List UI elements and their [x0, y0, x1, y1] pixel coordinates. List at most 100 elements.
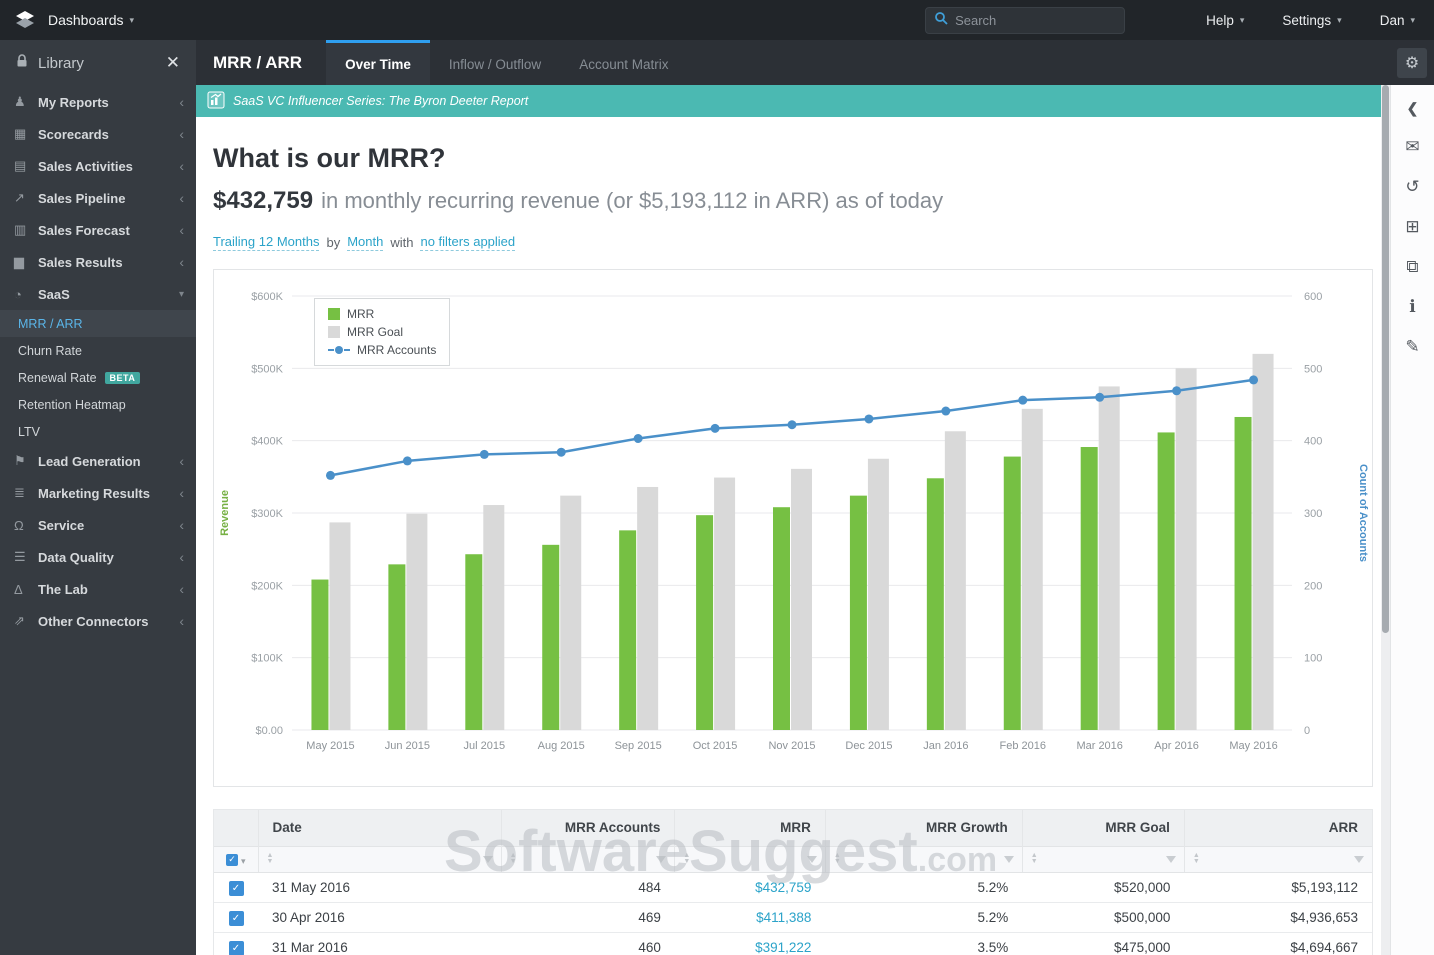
svg-text:Mar 2016: Mar 2016 — [1076, 740, 1122, 752]
info-icon[interactable]: ℹ — [1409, 298, 1415, 315]
mrr-cell[interactable]: $432,759 — [674, 872, 826, 903]
vertical-scrollbar[interactable] — [1381, 85, 1390, 955]
mrr-cell[interactable]: $411,388 — [674, 902, 826, 933]
sidebar-item-churn-rate[interactable]: Churn Rate — [0, 337, 196, 364]
promo-banner[interactable]: SaaS VC Influencer Series: The Byron Dee… — [196, 85, 1390, 117]
email-icon[interactable]: ✉ — [1405, 138, 1419, 155]
growth-cell: 3.5% — [825, 932, 1023, 955]
forecast-icon: ▥ — [14, 222, 27, 237]
sidebar-item-lead-generation[interactable]: ⚑ Lead Generation ‹ — [0, 445, 196, 477]
tab-over-time[interactable]: Over Time — [326, 40, 430, 85]
column-header-mrr[interactable]: MRR — [674, 810, 826, 846]
row-checkbox[interactable]: ✓ — [228, 880, 244, 896]
svg-text:$300K: $300K — [251, 508, 283, 520]
filter-bar: Trailing 12 Months by Month with no filt… — [213, 234, 1373, 251]
chevron-left-icon: ‹ — [179, 222, 184, 238]
library-title: Library — [38, 54, 84, 72]
app-logo-icon[interactable] — [0, 9, 48, 31]
sidebar-item-label: Data Quality — [38, 549, 114, 565]
column-header-mrr-accounts[interactable]: MRR Accounts — [500, 810, 675, 846]
settings-menu[interactable]: Settings ▾ — [1263, 13, 1360, 28]
banner-text: SaaS VC Influencer Series: The Byron Dee… — [233, 94, 529, 108]
sidebar-item-sales-activities[interactable]: ▤ Sales Activities ‹ — [0, 150, 196, 182]
chevron-left-icon: ‹ — [179, 190, 184, 206]
svg-text:$0.00: $0.00 — [255, 725, 283, 737]
select-all-caret-icon[interactable]: ▾ — [241, 856, 246, 866]
sidebar-item-retention-heatmap[interactable]: Retention Heatmap — [0, 391, 196, 418]
tab-account-matrix[interactable]: Account Matrix — [560, 40, 687, 85]
reports-icon: ♟ — [14, 94, 26, 109]
chevron-left-icon: ‹ — [179, 158, 184, 174]
sidebar-item-label: Retention Heatmap — [18, 397, 126, 412]
goal-cell: $475,000 — [1022, 932, 1185, 955]
sidebar-item-other-connectors[interactable]: ⇗ Other Connectors ‹ — [0, 605, 196, 637]
sort-icon[interactable]: ▲ ▼ — [1031, 852, 1038, 865]
legend-item-mrr[interactable]: MRR — [328, 307, 436, 321]
export-icon[interactable]: ✎ — [1405, 338, 1419, 355]
svg-text:500: 500 — [1304, 363, 1322, 375]
date-range-link[interactable]: Trailing 12 Months — [213, 234, 320, 251]
legend-item-mrr-accounts[interactable]: MRR Accounts — [328, 343, 436, 357]
sidebar-item-service[interactable]: Ω Service ‹ — [0, 509, 196, 541]
history-icon[interactable]: ↺ — [1405, 178, 1419, 195]
column-header-mrr-goal[interactable]: MRR Goal — [1021, 810, 1185, 846]
sidebar-item-renewal-rate[interactable]: Renewal Rate BETA — [0, 364, 196, 391]
mrr-cell[interactable]: $391,222 — [674, 932, 826, 955]
row-checkbox[interactable]: ✓ — [228, 910, 244, 926]
report-tabs: Over Time Inflow / Outflow Account Matrix — [326, 40, 687, 85]
sort-icon[interactable]: ▲ ▼ — [834, 852, 841, 865]
select-all-checkbox[interactable]: ✓ — [225, 853, 238, 866]
granularity-link[interactable]: Month — [347, 234, 384, 251]
filter-funnel-icon[interactable] — [806, 855, 817, 863]
sidebar-nav-bottom: ⚑ Lead Generation ‹ ≣ Marketing Results ‹ Ω Ser… — [0, 445, 196, 637]
sidebar-item-label: Sales Results — [38, 254, 123, 270]
sort-icon[interactable]: ▲ ▼ — [683, 852, 690, 865]
gear-icon[interactable]: ⚙ — [1397, 47, 1427, 78]
sidebar-item-my-reports[interactable]: ♟ My Reports ‹ — [0, 86, 196, 118]
svg-text:200: 200 — [1304, 580, 1322, 592]
sort-icon[interactable]: ▲ ▼ — [510, 852, 517, 865]
filter-funnel-icon[interactable] — [1165, 855, 1176, 863]
collapse-panel-icon[interactable]: ❮ — [1407, 101, 1419, 115]
chevron-left-icon: ‹ — [179, 254, 184, 270]
sidebar-item-marketing-results[interactable]: ≣ Marketing Results ‹ — [0, 477, 196, 509]
filter-funnel-icon[interactable] — [656, 855, 667, 863]
sidebar-item-ltv[interactable]: LTV — [0, 418, 196, 445]
table-row: ✓ 31 May 2016 484 $432,759 5.2% $520,000 $5,19… — [214, 872, 1372, 903]
user-menu[interactable]: Dan ▾ — [1361, 13, 1434, 28]
sidebar-item-mrr-arr[interactable]: MRR / ARR — [0, 310, 196, 337]
filters-applied-link[interactable]: no filters applied — [420, 234, 516, 251]
dashboards-menu[interactable]: Dashboards ▾ — [48, 12, 134, 28]
column-header-mrr-growth[interactable]: MRR Growth — [824, 810, 1023, 846]
accounts-cell: 460 — [501, 932, 675, 955]
legend-item-mrr-goal[interactable]: MRR Goal — [328, 325, 436, 339]
tab-inflow-outflow[interactable]: Inflow / Outflow — [430, 40, 560, 85]
sidebar-nav: ♟ My Reports ‹ ▦ Scorecards ‹ ▤ Sales Activitie… — [0, 86, 196, 310]
close-icon[interactable]: ✕ — [166, 53, 180, 73]
chevron-left-icon: ‹ — [179, 581, 184, 597]
sidebar-item-data-quality[interactable]: ☰ Data Quality ‹ — [0, 541, 196, 573]
add-widget-icon[interactable]: ⊞ — [1405, 218, 1419, 235]
sidebar-item-the-lab[interactable]: Δ The Lab ‹ — [0, 573, 196, 605]
filter-funnel-icon[interactable] — [1003, 855, 1014, 863]
legend-label: MRR Goal — [347, 325, 404, 339]
sidebar-item-sales-pipeline[interactable]: ↗ Sales Pipeline ‹ — [0, 182, 196, 214]
row-checkbox[interactable]: ✓ — [228, 940, 244, 955]
filter-funnel-icon[interactable] — [482, 855, 493, 863]
sidebar-item-sales-forecast[interactable]: ▥ Sales Forecast ‹ — [0, 214, 196, 246]
snapshot-icon[interactable]: ⧉ — [1406, 258, 1418, 275]
svg-text:May 2015: May 2015 — [306, 740, 354, 752]
sort-icon[interactable]: ▲ ▼ — [267, 852, 274, 865]
help-menu[interactable]: Help ▾ — [1187, 13, 1263, 28]
column-header-date[interactable]: Date — [257, 810, 502, 846]
filter-funnel-icon[interactable] — [1354, 855, 1364, 863]
search-box[interactable] — [925, 6, 1126, 34]
search-input[interactable] — [955, 12, 1106, 28]
column-header-arr[interactable]: ARR — [1183, 810, 1372, 846]
sort-icon[interactable]: ▲ ▼ — [1193, 852, 1200, 865]
sidebar-item-scorecards[interactable]: ▦ Scorecards ‹ — [0, 118, 196, 150]
sidebar-item-saas[interactable]: ◔ SaaS ▾ — [0, 278, 196, 310]
sidebar-item-label: SaaS — [38, 286, 70, 302]
sidebar-item-sales-results[interactable]: ▆ Sales Results ‹ — [0, 246, 196, 278]
scrollbar-thumb[interactable] — [1382, 85, 1389, 633]
